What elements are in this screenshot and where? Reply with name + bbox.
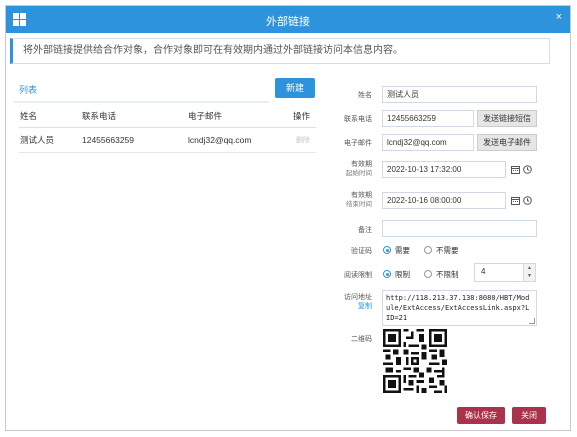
close-button[interactable]: 关闭 bbox=[512, 407, 546, 424]
email-label: 电子邮件 bbox=[344, 140, 372, 147]
dialog-title: 外部链接 bbox=[266, 16, 310, 28]
chevron-up-icon[interactable]: ▲ bbox=[524, 264, 535, 272]
cell-phone: 12455663259 bbox=[81, 127, 187, 153]
confirm-save-button[interactable]: 确认保存 bbox=[457, 407, 505, 424]
calendar-icon[interactable] bbox=[511, 165, 520, 174]
close-icon[interactable]: × bbox=[556, 11, 562, 23]
clock-icon[interactable] bbox=[523, 165, 532, 174]
captcha-not-required-radio[interactable] bbox=[424, 246, 432, 254]
column-header-action: 操作 bbox=[289, 105, 316, 128]
end-time-label-line2: 结束时间 bbox=[346, 201, 372, 208]
captcha-required-radio[interactable] bbox=[383, 246, 391, 254]
start-time-label-line2: 起始时间 bbox=[346, 170, 372, 177]
read-unlimited-radio[interactable] bbox=[424, 270, 432, 278]
read-limit-option-label: 限制 bbox=[395, 270, 410, 279]
external-link-dialog: 外部链接 × bbox=[5, 5, 571, 431]
url-label-line1: 访问地址 bbox=[344, 294, 372, 301]
contacts-table: 姓名 联系电话 电子邮件 操作 测试人员 12455663259 lcndj32… bbox=[19, 105, 316, 153]
phone-label: 联系电话 bbox=[344, 116, 372, 123]
send-sms-button[interactable]: 发送链接短信 bbox=[477, 110, 537, 127]
new-button[interactable]: 新建 bbox=[275, 78, 315, 98]
tab-list[interactable]: 列表 bbox=[14, 79, 269, 103]
stepper-arrows[interactable]: ▲ ▼ bbox=[523, 264, 535, 281]
phone-field[interactable]: 12455663259 bbox=[382, 110, 474, 127]
chevron-down-icon[interactable]: ▼ bbox=[524, 272, 535, 280]
qr-label: 二维码 bbox=[351, 336, 372, 343]
start-time-field[interactable]: 2022-10-13 17:32:00 bbox=[382, 161, 506, 178]
captcha-not-required-label: 不需要 bbox=[436, 246, 459, 255]
column-header-email: 电子邮件 bbox=[187, 105, 289, 128]
name-label: 姓名 bbox=[358, 92, 372, 99]
copy-link[interactable]: 复制 bbox=[322, 302, 372, 311]
read-limit-radio[interactable] bbox=[383, 270, 391, 278]
delete-link[interactable]: 删除 bbox=[289, 127, 316, 153]
resize-handle-icon[interactable] bbox=[529, 318, 535, 324]
email-field[interactable]: lcndj32@qq.com bbox=[382, 134, 474, 151]
clock-icon[interactable] bbox=[523, 196, 532, 205]
start-time-label: 有效期 起始时间 bbox=[322, 160, 372, 178]
url-label: 访问地址 复制 bbox=[322, 293, 372, 311]
table-header-row: 姓名 联系电话 电子邮件 操作 bbox=[19, 105, 316, 128]
column-header-name: 姓名 bbox=[19, 105, 81, 128]
start-time-label-line1: 有效期 bbox=[351, 161, 372, 168]
access-url-field[interactable]: http://118.213.37.138:8080/HBT/Module/Ex… bbox=[382, 290, 537, 326]
qr-code-image bbox=[383, 329, 447, 393]
dialog-titlebar: 外部链接 × bbox=[6, 6, 570, 33]
list-header: 列表 bbox=[14, 79, 315, 103]
read-limit-label: 阅读限制 bbox=[344, 272, 372, 279]
read-limit-count: 4 bbox=[481, 267, 486, 276]
column-header-phone: 联系电话 bbox=[81, 105, 187, 128]
table-row[interactable]: 测试人员 12455663259 lcndj32@qq.com 删除 bbox=[19, 127, 316, 153]
send-email-button[interactable]: 发送电子邮件 bbox=[477, 134, 537, 151]
remark-label: 备注 bbox=[358, 227, 372, 234]
name-field[interactable]: 测试人员 bbox=[382, 86, 537, 103]
end-time-label: 有效期 结束时间 bbox=[322, 191, 372, 209]
calendar-icon[interactable] bbox=[511, 196, 520, 205]
read-unlimited-option-label: 不限制 bbox=[436, 270, 459, 279]
captcha-label: 验证码 bbox=[351, 248, 372, 255]
end-time-field[interactable]: 2022-10-16 08:00:00 bbox=[382, 192, 506, 209]
end-time-label-line1: 有效期 bbox=[351, 192, 372, 199]
cell-email: lcndj32@qq.com bbox=[187, 127, 289, 153]
captcha-required-label: 需要 bbox=[395, 246, 410, 255]
cell-name: 测试人员 bbox=[19, 127, 81, 153]
notice-text: 将外部链接提供给合作对象，合作对象即可在有效期内通过外部链接访问本信息内容。 bbox=[10, 38, 550, 64]
access-url-text: http://118.213.37.138:8080/HBT/Module/Ex… bbox=[386, 294, 530, 322]
remark-field[interactable] bbox=[382, 220, 537, 237]
read-limit-stepper[interactable]: 4 ▲ ▼ bbox=[474, 263, 536, 282]
